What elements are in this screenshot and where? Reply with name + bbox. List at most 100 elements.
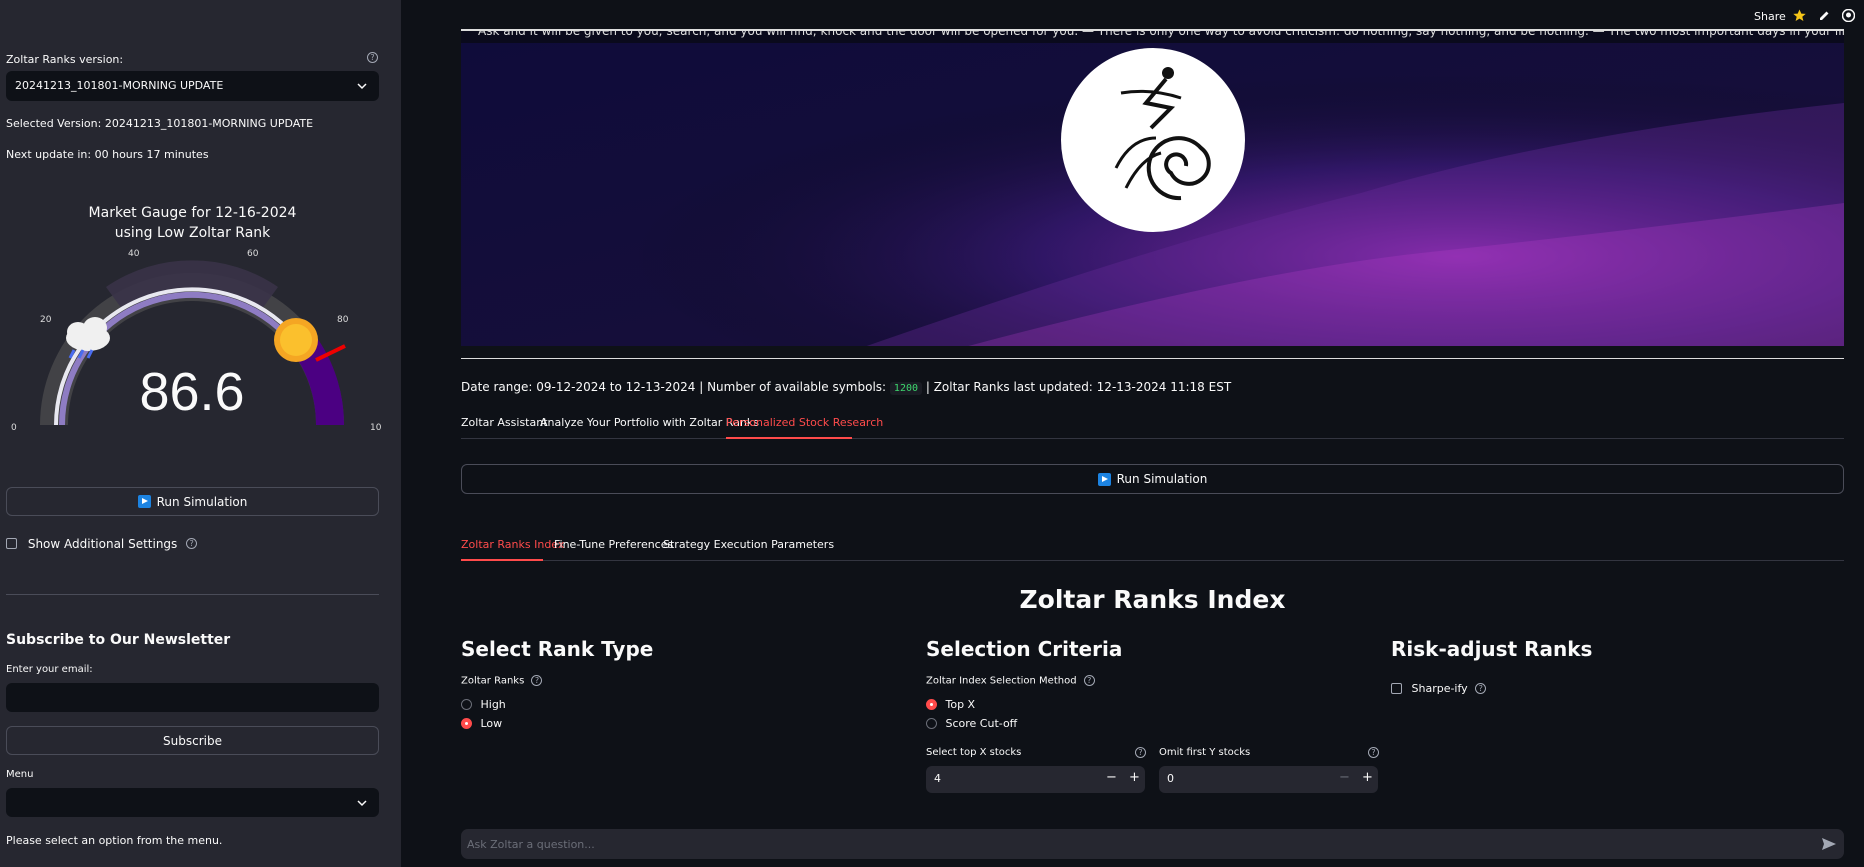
run-simulation-label: Run Simulation — [1116, 472, 1208, 486]
version-select[interactable]: 20241213_101801-MORNING UPDATE — [6, 71, 379, 101]
col3-title: Risk-adjust Ranks — [1391, 637, 1593, 661]
radio-top-x-button[interactable] — [926, 698, 937, 710]
subtab-underline-track — [461, 560, 1844, 561]
plus-icon[interactable]: + — [1129, 770, 1140, 785]
help-icon[interactable]: ? — [1475, 682, 1487, 694]
subtab-strategy-execution[interactable]: Strategy Execution Parameters — [663, 538, 834, 551]
plus-icon[interactable]: + — [1362, 770, 1373, 785]
sharpe-ify[interactable]: Sharpe-ify ? — [1391, 681, 1487, 695]
sidebar-run-simulation-button[interactable]: Run Simulation — [6, 487, 379, 516]
banner: Ask and it will be given to you; search,… — [461, 29, 1844, 346]
show-additional-checkbox[interactable] — [6, 538, 17, 549]
zoltar-logo — [1061, 48, 1245, 232]
col1-title: Select Rank Type — [461, 637, 654, 661]
email-label: Enter your email: — [6, 664, 93, 675]
sharpe-ify-checkbox[interactable] — [1391, 682, 1402, 694]
gauge-tick-0: 0 — [11, 423, 17, 433]
show-additional-settings[interactable]: Show Additional Settings ? — [6, 536, 198, 551]
send-icon[interactable] — [1822, 838, 1836, 850]
show-additional-label: Show Additional Settings — [27, 536, 178, 551]
gauge-tick-100: 10 — [370, 423, 382, 433]
email-input[interactable] — [6, 683, 379, 712]
version-label: Zoltar Ranks version: — [6, 53, 124, 66]
omit-y-label: Omit first Y stocks — [1159, 747, 1251, 758]
radio-high-button[interactable] — [461, 698, 472, 710]
radio-score-cutoff-label: Score Cut-off — [945, 716, 1018, 730]
tab-zoltar-assistant[interactable]: Zoltar Assistant — [461, 416, 548, 429]
gauge-title-line1: Market Gauge for 12-16-2024 — [88, 205, 297, 221]
zoltar-ranks-label: Zoltar Ranks ? — [461, 675, 543, 687]
share-button[interactable]: Share — [1754, 10, 1786, 23]
menu-label: Menu — [6, 769, 34, 780]
top-x-label: Select top X stocks — [926, 747, 1022, 758]
radio-top-x-label: Top X — [945, 697, 976, 711]
help-icon[interactable]: ? — [1368, 747, 1379, 758]
next-update: Next update in: 00 hours 17 minutes — [6, 148, 209, 161]
date-range-text: Date range: 09-12-2024 to 12-13-2024 | N… — [461, 380, 887, 394]
minus-icon[interactable]: − — [1106, 770, 1117, 785]
section-title: Zoltar Ranks Index — [1019, 585, 1286, 614]
selected-version: Selected Version: 20241213_101801-MORNIN… — [6, 117, 314, 130]
subtab-fine-tune[interactable]: Fine-Tune Preferences — [554, 538, 673, 551]
gauge-tick-60: 60 — [247, 249, 259, 259]
radio-score-cutoff-button[interactable] — [926, 717, 937, 729]
gauge-tick-80: 80 — [337, 315, 349, 325]
main-run-simulation-button[interactable]: Run Simulation — [461, 464, 1844, 494]
radio-top-x[interactable]: Top X — [926, 697, 975, 711]
sharpe-ify-label: Sharpe-ify — [1411, 681, 1468, 695]
main-area: Share Ask and it will be given to you; s… — [401, 0, 1864, 867]
gauge-tick-20: 20 — [40, 315, 52, 325]
play-icon — [137, 495, 151, 508]
col2-title: Selection Criteria — [926, 637, 1123, 661]
help-icon[interactable]: ? — [186, 538, 198, 549]
help-icon[interactable]: ? — [367, 52, 378, 63]
sidebar: Zoltar Ranks version: ? 20241213_101801-… — [0, 0, 401, 867]
tab-underline-track — [461, 438, 1844, 439]
date-range-info: Date range: 09-12-2024 to 12-13-2024 | N… — [461, 380, 1232, 395]
divider — [461, 358, 1844, 359]
chevron-down-icon — [357, 83, 367, 90]
radio-high[interactable]: High — [461, 697, 506, 711]
chat-input[interactable]: Ask Zoltar a question... — [461, 829, 1844, 859]
radio-score-cutoff[interactable]: Score Cut-off — [926, 716, 1017, 730]
radio-high-label: High — [480, 697, 506, 711]
newsletter-title: Subscribe to Our Newsletter — [6, 632, 231, 648]
edit-icon[interactable] — [1819, 10, 1830, 21]
help-icon[interactable]: ? — [531, 675, 543, 686]
divider — [6, 594, 379, 595]
last-updated-text: | Zoltar Ranks last updated: 12-13-2024 … — [925, 380, 1232, 394]
radio-low[interactable]: Low — [461, 716, 502, 730]
top-x-stepper[interactable]: 4 − + — [926, 766, 1145, 793]
minus-icon[interactable]: − — [1339, 770, 1350, 785]
tab-active-indicator — [726, 437, 852, 439]
gauge-title: Market Gauge for 12-16-2024 using Low Zo… — [0, 203, 385, 243]
gauge-value: 86.6 — [139, 362, 244, 422]
run-simulation-label: Run Simulation — [156, 494, 248, 509]
radio-low-label: Low — [480, 716, 503, 730]
logo-icon — [1114, 67, 1211, 201]
zoltar-ranks-label-text: Zoltar Ranks — [461, 675, 525, 687]
omit-y-value: 0 — [1167, 772, 1174, 785]
chat-placeholder: Ask Zoltar a question... — [467, 838, 595, 851]
market-gauge: 0 20 40 60 80 10 86.6 — [11, 249, 382, 433]
subtab-zoltar-ranks-index[interactable]: Zoltar Ranks Index — [461, 538, 564, 551]
subscribe-button[interactable]: Subscribe — [6, 726, 379, 755]
help-icon[interactable]: ? — [1135, 747, 1146, 758]
menu-select[interactable] — [6, 788, 379, 817]
chevron-down-icon — [357, 800, 367, 807]
star-icon[interactable] — [1793, 9, 1806, 22]
gauge-tick-40: 40 — [128, 249, 140, 259]
radio-low-button[interactable] — [461, 717, 472, 729]
help-icon[interactable]: ? — [1083, 675, 1095, 686]
omit-y-stepper[interactable]: 0 − + — [1159, 766, 1378, 793]
quote-marquee: Ask and it will be given to you; search,… — [478, 29, 1844, 38]
selection-method-label-text: Zoltar Index Selection Method — [926, 675, 1077, 687]
sun-icon — [274, 318, 318, 362]
symbols-count: 1200 — [889, 382, 923, 395]
play-icon — [1097, 472, 1111, 486]
selection-method-label: Zoltar Index Selection Method ? — [926, 675, 1095, 687]
github-icon[interactable] — [1842, 9, 1855, 22]
menu-hint: Please select an option from the menu. — [6, 834, 223, 847]
tab-personalized-research[interactable]: Personalized Stock Research — [726, 416, 883, 429]
version-select-value: 20241213_101801-MORNING UPDATE — [15, 79, 224, 92]
